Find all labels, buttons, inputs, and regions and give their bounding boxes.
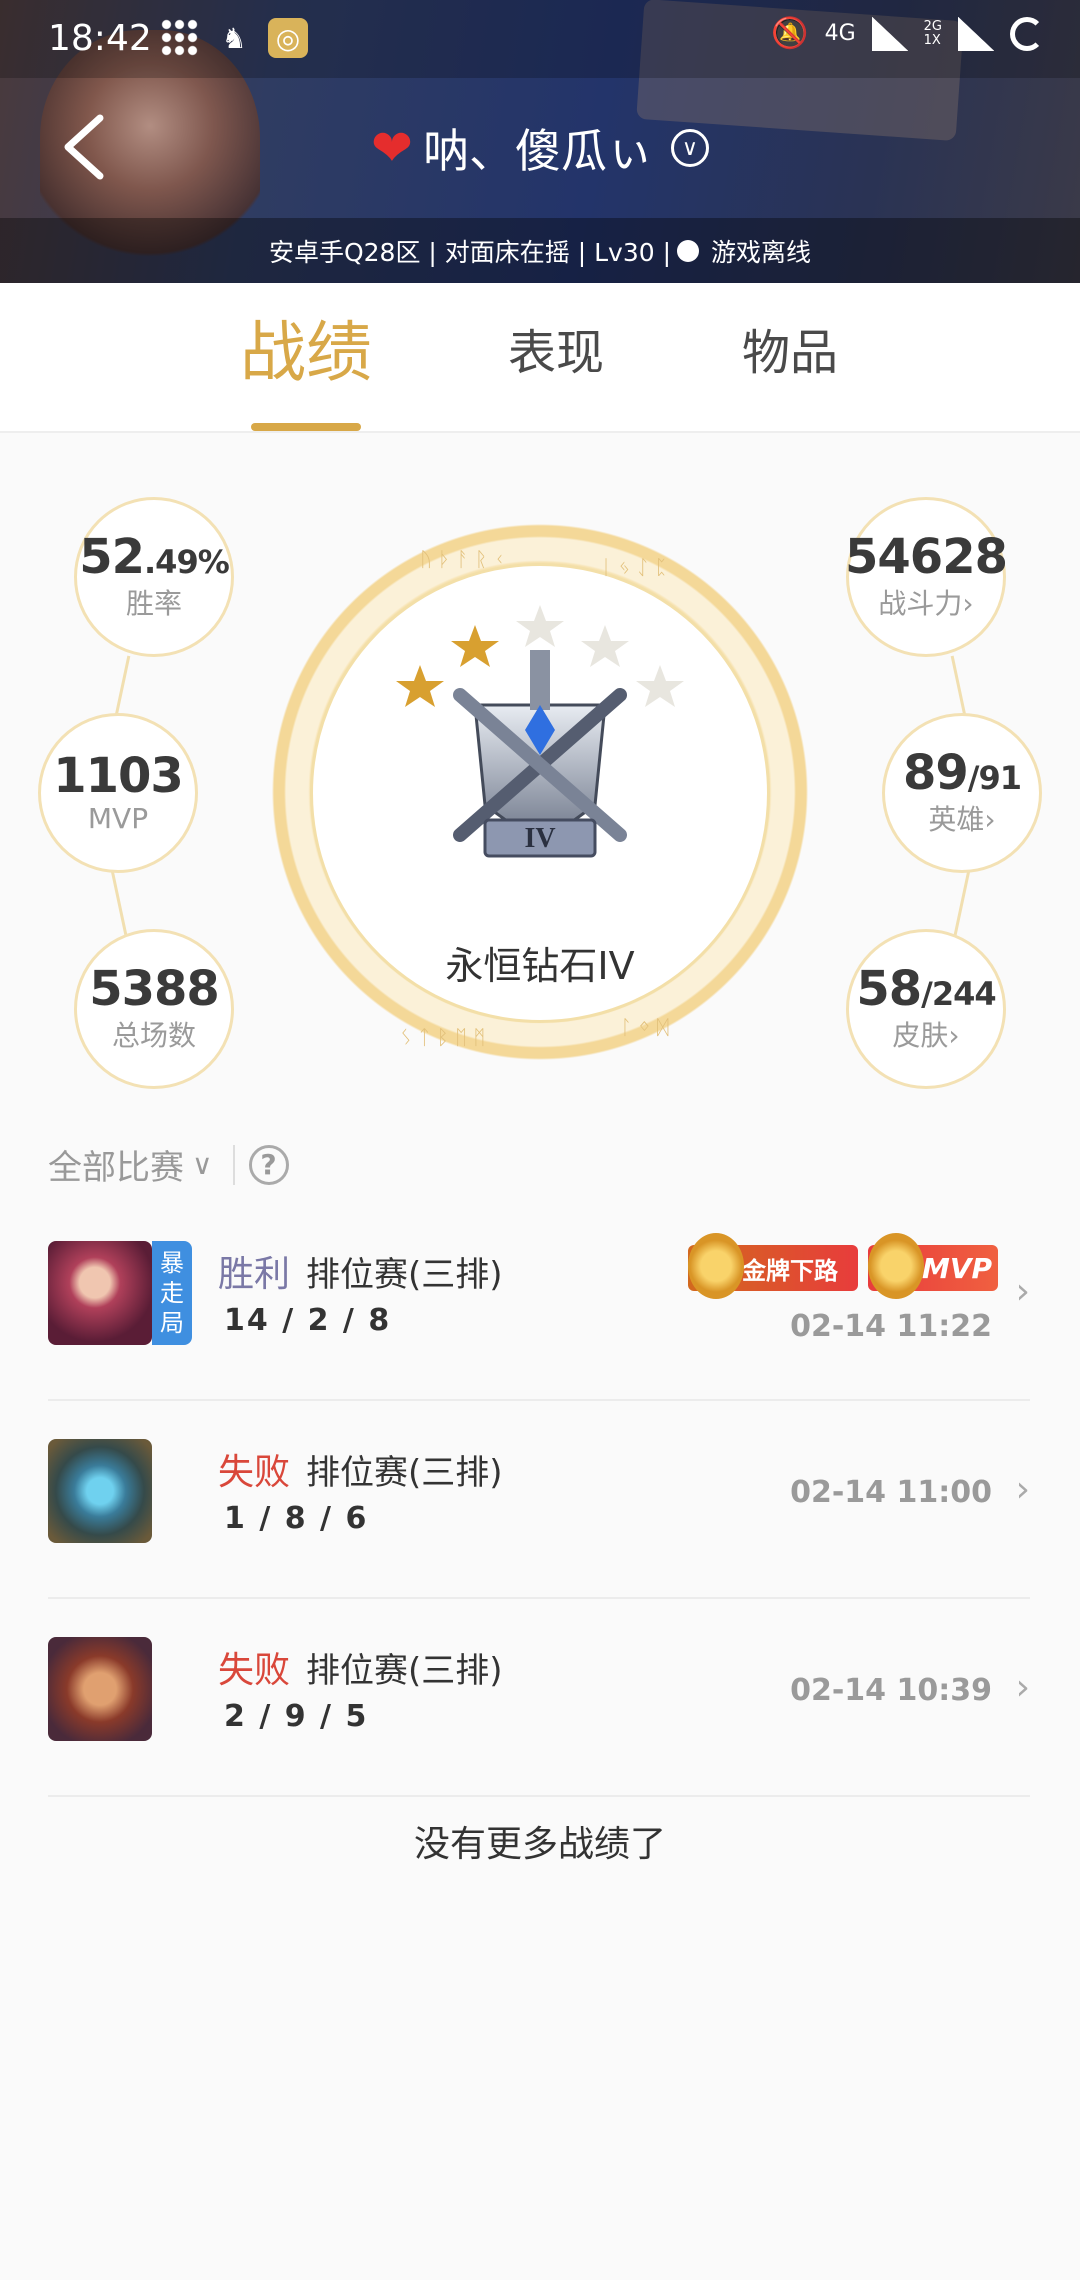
star-empty-icon (581, 625, 629, 667)
chevron-down-icon: ∨ (192, 1148, 213, 1181)
net-4g-label: 4G (824, 21, 856, 46)
heroes-stat[interactable]: 89/91 英雄› (882, 713, 1042, 873)
battery-ring-icon (1010, 16, 1044, 51)
hero-avatar (48, 1637, 152, 1741)
win-rate-label: 胜率 (125, 587, 182, 621)
status-bar: 18:42 ♞ ◎ 🔕 4G 2G 1X (0, 0, 1080, 78)
chevron-right-icon: › (1015, 1667, 1030, 1708)
mvp-label: MVP (87, 801, 149, 835)
tab-items[interactable]: 物品 (742, 313, 838, 383)
stats-panel: 52.49% 胜率 1103 MVP 5388 总场数 54628 战斗力› 8… (0, 435, 1080, 1095)
match-result: 失败 (218, 1650, 291, 1691)
signal2-icon (958, 16, 994, 51)
match-mode: 排位赛(三排) (306, 1651, 503, 1691)
match-result: 胜利 (218, 1254, 291, 1295)
heart-icon: ❤ (371, 119, 413, 177)
star-filled-icon (451, 625, 499, 667)
star-empty-icon (636, 665, 684, 707)
mvp-stat: 1103 MVP (38, 713, 198, 873)
tab-performance[interactable]: 表现 (508, 313, 604, 383)
combat-power-stat[interactable]: 54628 战斗力› (845, 497, 1008, 657)
rampage-tag: 暴 走 局 (152, 1241, 192, 1345)
profile-header: 18:42 ♞ ◎ 🔕 4G 2G 1X ❤ 呐、傻瓜ぃ ∨ 安卓手Q28区 |… (0, 0, 1080, 283)
tab-record[interactable]: 战绩 (240, 299, 372, 395)
match-kda: 1 / 8 / 6 (224, 1501, 369, 1536)
offline-dot-icon (677, 239, 699, 262)
match-time: 02-14 11:22 (790, 1309, 992, 1344)
match-row[interactable]: 失败 排位赛(三排) 2 / 9 / 5 02-14 10:39 › (48, 1601, 1030, 1797)
mvp-badge: MVP (868, 1233, 998, 1299)
chevron-right-icon: › (1015, 1271, 1030, 1312)
chevron-right-icon: › (948, 1019, 960, 1053)
chevron-right-icon: › (1015, 1469, 1030, 1510)
match-row[interactable]: 暴 走 局 胜利 排位赛(三排) 14 / 2 / 8 金牌下路 MVP 02-… (48, 1205, 1030, 1401)
mvp-value: 1103 (53, 748, 184, 805)
star-filled-icon (396, 665, 444, 707)
match-time: 02-14 11:00 (790, 1475, 992, 1510)
tag-char: 局 (160, 1309, 184, 1337)
combat-power-label: 战斗力 (878, 587, 963, 621)
win-rate-stat: 52.49% 胜率 (74, 497, 234, 657)
mute-icon: 🔕 (771, 16, 809, 51)
match-row[interactable]: 失败 排位赛(三排) 1 / 8 / 6 02-14 11:00 › (48, 1403, 1030, 1599)
divider (232, 1144, 235, 1185)
win-rate-value: 52 (79, 528, 145, 585)
signal-icon (871, 16, 908, 51)
no-more-records: 没有更多战绩了 (413, 1824, 666, 1865)
heroes-value: 89 (902, 744, 969, 801)
rank-name: 永恒钻石IV (445, 944, 635, 988)
help-icon[interactable]: ? (248, 1144, 289, 1185)
match-filter[interactable]: 全部比赛 ∨ ? (48, 1140, 289, 1189)
rank-roman-label: IV (524, 823, 555, 854)
tab-indicator (251, 423, 361, 431)
net-1x-label: 1X (923, 32, 941, 48)
match-kda: 14 / 2 / 8 (224, 1303, 392, 1338)
connector-line (951, 865, 972, 945)
chevron-right-icon: › (962, 587, 974, 621)
figure-icon: ♞ (221, 21, 247, 55)
match-mode: 排位赛(三排) (306, 1453, 503, 1493)
skins-label: 皮肤 (892, 1019, 949, 1053)
tab-bar: 战绩 表现 物品 (0, 283, 1080, 433)
rank-emblem-icon: IV (396, 605, 684, 858)
badge-label: 金牌下路 (742, 1256, 838, 1285)
match-mode: 排位赛(三排) (306, 1255, 503, 1295)
tag-char: 暴 (160, 1249, 184, 1277)
tag-char: 走 (160, 1279, 184, 1307)
chevron-right-icon: › (984, 803, 996, 837)
player-name: 呐、傻瓜ぃ (422, 124, 653, 178)
match-time: 02-14 10:39 (790, 1673, 992, 1708)
chevron-down-icon[interactable]: ∨ (670, 129, 709, 167)
match-result: 失败 (218, 1452, 291, 1493)
net-2g-label: 2G (923, 18, 942, 34)
hero-avatar (48, 1241, 152, 1345)
hero-avatar (48, 1439, 152, 1543)
total-games-label: 总场数 (111, 1019, 196, 1053)
combat-power-value: 54628 (845, 528, 1008, 585)
badge-label: MVP (922, 1251, 993, 1285)
star-empty-icon (516, 605, 564, 647)
gold-bottom-badge: 金牌下路 (688, 1233, 858, 1299)
heroes-label: 英雄 (928, 803, 985, 837)
app-notification-icon: ◎ (268, 18, 308, 58)
status-time: 18:42 (48, 18, 152, 59)
player-info-bar: 安卓手Q28区 | 对面床在摇 | Lv30 | 游戏离线 (0, 218, 1080, 283)
filter-label: 全部比赛 (48, 1148, 184, 1188)
online-status: 游戏离线 (711, 237, 812, 267)
win-rate-decimal: .49% (144, 542, 230, 581)
heroes-total: /91 (967, 758, 1022, 797)
player-name-row[interactable]: ❤ 呐、傻瓜ぃ ∨ (0, 115, 1080, 181)
match-kda: 2 / 9 / 5 (224, 1699, 369, 1734)
grid-icon (160, 18, 200, 58)
player-info: 安卓手Q28区 | 对面床在摇 | Lv30 | (268, 237, 671, 267)
